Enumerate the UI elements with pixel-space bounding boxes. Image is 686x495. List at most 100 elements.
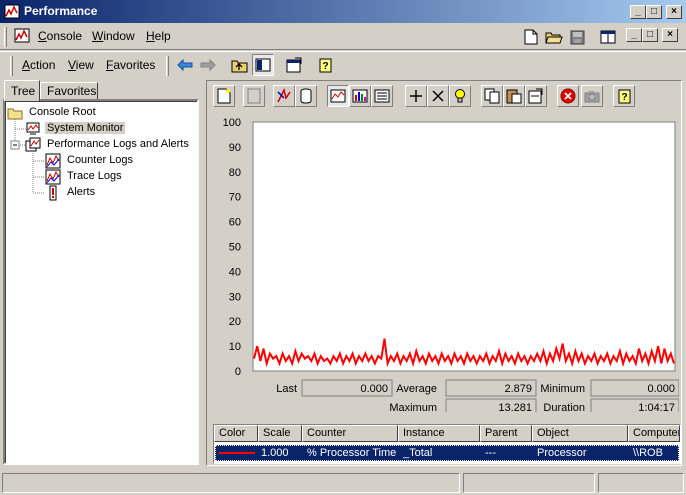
clear-display-button[interactable]	[243, 85, 265, 107]
status-cell-main	[2, 473, 460, 493]
sysmon-properties-button[interactable]	[525, 85, 547, 107]
menu-console[interactable]: Console	[38, 29, 82, 43]
tab-favorites-label: Favorites	[47, 84, 97, 98]
up-one-level-button[interactable]	[229, 54, 251, 76]
menu-action-key: A	[22, 58, 31, 72]
mdi-minimize-button[interactable]: _	[626, 28, 642, 42]
forward-button[interactable]	[197, 54, 219, 76]
status-cell-right	[598, 473, 684, 493]
tree-item-label: Console Root	[29, 106, 96, 118]
view-log-data-button[interactable]	[295, 85, 317, 107]
trace-logs-icon	[45, 169, 61, 185]
legend-header-computer[interactable]: Computer	[628, 425, 680, 442]
legend-header-scale[interactable]: Scale	[258, 425, 302, 442]
y-tick-label: 40	[229, 266, 241, 278]
legend-header-counter[interactable]: Counter	[302, 425, 398, 442]
add-counter-button[interactable]	[405, 85, 427, 107]
arrow-right-icon	[200, 59, 216, 71]
delete-x-icon	[432, 90, 444, 102]
legend-header-color[interactable]: Color	[214, 425, 258, 442]
open-folder-icon	[545, 32, 563, 43]
view-histogram-button[interactable]	[349, 85, 371, 107]
legend-object: Processor	[537, 447, 587, 459]
legend-header-object[interactable]: Object	[532, 425, 628, 442]
console-tree-icon	[255, 58, 271, 72]
new-counter-set-button[interactable]	[213, 85, 235, 107]
menu-favorites[interactable]: Favorites	[106, 58, 155, 72]
delete-counter-button[interactable]	[427, 85, 449, 107]
freeze-display-button[interactable]	[557, 85, 579, 107]
folder-up-icon	[231, 60, 248, 72]
minimize-button[interactable]: _	[630, 5, 646, 19]
title-bar[interactable]: Performance _ □ ×	[0, 0, 686, 23]
legend-header-parent[interactable]: Parent	[480, 425, 532, 442]
maximize-button[interactable]: □	[646, 5, 662, 19]
menu-help[interactable]: Help	[146, 29, 171, 43]
show-hide-tree-button[interactable]	[252, 54, 274, 76]
tab-tree[interactable]: Tree	[4, 80, 40, 101]
copy-properties-button[interactable]	[481, 85, 503, 107]
counter-legend: Color Scale Counter Instance Parent Obje…	[213, 424, 681, 464]
highlight-button[interactable]	[449, 85, 471, 107]
view-report-button[interactable]	[371, 85, 393, 107]
report-icon	[374, 89, 390, 103]
new-console-button[interactable]	[520, 26, 542, 48]
menu-action[interactable]: Action	[22, 58, 55, 72]
new-counter-set-icon	[217, 88, 231, 104]
view-graph-button[interactable]	[327, 85, 349, 107]
y-tick-label: 80	[229, 167, 241, 179]
close-button[interactable]: ×	[666, 5, 682, 19]
menu-window-label: indow	[103, 29, 135, 43]
action-toolbar: Action View Favorites ?	[0, 51, 686, 78]
svg-text:?: ?	[622, 92, 628, 103]
svg-text:?: ?	[323, 61, 329, 72]
actionbar-grip[interactable]	[10, 56, 13, 76]
legend-computer: \\ROB	[633, 447, 663, 459]
new-document-icon	[524, 29, 538, 45]
console-menu-icon	[14, 28, 30, 43]
y-tick-label: 50	[229, 242, 241, 254]
menu-favorites-label: avorites	[113, 58, 156, 72]
legend-counter: % Processor Time	[307, 447, 397, 459]
toolbar-grip[interactable]	[166, 56, 169, 76]
paste-counter-list-button[interactable]	[503, 85, 525, 107]
help-button[interactable]: ?	[314, 54, 336, 76]
y-tick-label: 10	[229, 341, 241, 353]
performance-app-icon	[4, 4, 20, 19]
view-current-activity-button[interactable]	[273, 85, 295, 107]
legend-header-instance[interactable]: Instance	[398, 425, 480, 442]
help-icon: ?	[618, 89, 631, 104]
menu-help-label: elp	[154, 29, 171, 43]
folder-icon	[7, 108, 23, 120]
plus-icon	[410, 90, 422, 102]
current-activity-icon	[277, 88, 291, 103]
menu-help-key: H	[146, 29, 155, 43]
sysmon-help-button[interactable]: ?	[613, 85, 635, 107]
y-tick-label: 100	[223, 117, 241, 129]
counter-logs-icon	[45, 153, 61, 169]
graph-view-icon	[330, 89, 346, 103]
mdi-restore-button[interactable]: □	[642, 28, 658, 42]
tree-item-label: Counter Logs	[67, 154, 134, 166]
console-menubar: Console Window Help _ □ ×	[0, 23, 686, 50]
tab-favorites[interactable]: Favorites	[40, 82, 98, 100]
menu-console-label: onsole	[46, 29, 83, 43]
legend-parent: ---	[485, 447, 496, 459]
help-icon: ?	[319, 58, 332, 73]
open-console-button[interactable]	[543, 26, 565, 48]
menu-window[interactable]: Window	[92, 29, 135, 43]
back-button[interactable]	[174, 54, 196, 76]
update-data-button[interactable]	[581, 85, 603, 107]
menubar-grip[interactable]	[4, 27, 7, 47]
properties-button[interactable]	[283, 54, 305, 76]
properties-icon	[528, 88, 543, 104]
mdi-minimize-icon: _	[631, 29, 637, 40]
stat-minimum-label: Minimum	[540, 383, 585, 395]
mdi-close-button[interactable]: ×	[662, 28, 678, 42]
new-window-button[interactable]	[597, 26, 619, 48]
legend-row[interactable]: 1.000 % Processor Time _Total --- Proces…	[215, 445, 679, 461]
database-icon	[300, 88, 312, 104]
menu-view[interactable]: View	[68, 58, 94, 72]
save-console-button[interactable]	[566, 26, 588, 48]
y-tick-label: 90	[229, 142, 241, 154]
